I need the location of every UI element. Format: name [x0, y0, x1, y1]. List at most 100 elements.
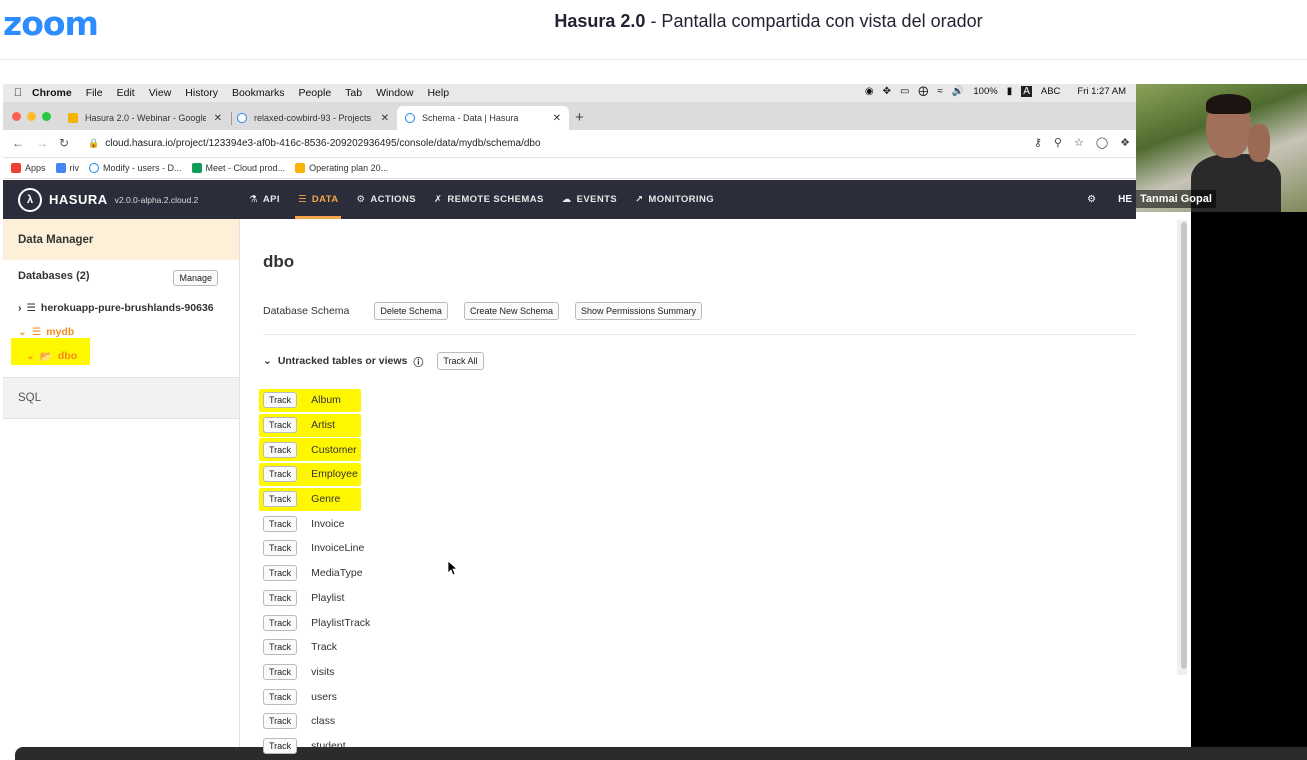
track-button[interactable]: Track — [263, 392, 298, 409]
bookmark-modify-users[interactable]: Modify - users - D... — [89, 163, 182, 173]
nav-api[interactable]: ⚗ API — [240, 180, 289, 219]
nav-data[interactable]: ☰ DATA — [289, 180, 348, 219]
track-button[interactable]: Track — [263, 565, 298, 582]
bookmark-apps[interactable]: Apps — [11, 163, 46, 173]
track-all-button[interactable]: Track All — [437, 352, 484, 370]
settings-icon[interactable]: ⚙ — [1087, 194, 1096, 205]
clock[interactable]: Fri 1:27 AM — [1077, 86, 1126, 97]
bookmark-operating-plan[interactable]: Operating plan 20... — [295, 163, 388, 173]
track-button[interactable]: Track — [263, 737, 298, 754]
sidebar-schema-dbo[interactable]: ⌄ 📂 dbo — [3, 344, 239, 368]
track-button[interactable]: Track — [263, 688, 298, 705]
lock-icon[interactable]: 🔒 — [88, 138, 99, 149]
shared-screen:  Chrome File Edit View History Bookmark… — [3, 84, 1136, 760]
nav-right: ⚙ HE — [1087, 180, 1136, 219]
airplay-icon[interactable]: ▭ — [900, 86, 909, 97]
tab-projects[interactable]: relaxed-cowbird-93 - Projects ✕ — [229, 106, 397, 130]
battery-icon[interactable]: ▮ — [1007, 86, 1013, 97]
track-button[interactable]: Track — [263, 663, 298, 680]
key-icon[interactable]: ⚷ — [1034, 136, 1042, 149]
show-permissions-button[interactable]: Show Permissions Summary — [574, 302, 703, 320]
menu-help[interactable]: Help — [420, 87, 456, 99]
menu-bookmarks[interactable]: Bookmarks — [225, 87, 292, 99]
forward-icon[interactable]: → — [36, 136, 48, 150]
menu-history[interactable]: History — [178, 87, 225, 99]
close-window-icon[interactable] — [12, 112, 21, 121]
menu-edit[interactable]: Edit — [110, 87, 142, 99]
track-button[interactable]: Track — [263, 540, 298, 557]
track-button[interactable]: Track — [263, 417, 298, 434]
sidebar-sql[interactable]: SQL — [3, 377, 239, 419]
volume-icon[interactable]: 🔊 — [952, 86, 964, 97]
tab-webinar[interactable]: Hasura 2.0 - Webinar - Google ✕ — [60, 106, 230, 130]
track-button[interactable]: Track — [263, 639, 298, 656]
zoom-controls-bar[interactable] — [15, 747, 1307, 760]
keyboard-input-icon[interactable]: A — [1021, 86, 1032, 97]
mouse-cursor-icon — [447, 560, 457, 576]
bookmark-meet[interactable]: Meet - Cloud prod... — [191, 163, 285, 173]
database-icon: ☰ — [26, 302, 36, 314]
reload-icon[interactable]: ↻ — [59, 136, 69, 150]
extension-icon[interactable]: ◯ — [1096, 136, 1108, 149]
track-button[interactable]: Track — [263, 589, 298, 606]
delete-schema-button[interactable]: Delete Schema — [374, 302, 448, 320]
maximize-window-icon[interactable] — [42, 112, 51, 121]
page-title: dbo — [263, 252, 295, 271]
nav-remote-schemas[interactable]: ✗ REMOTE SCHEMAS — [425, 180, 553, 219]
table-name: Invoice — [311, 517, 345, 530]
create-schema-button[interactable]: Create New Schema — [463, 302, 559, 320]
input-source[interactable]: ABC — [1041, 86, 1061, 97]
url-field[interactable]: 🔒 cloud.hasura.io/project/123394e3-af0b-… — [88, 138, 541, 149]
bluetooth-icon[interactable]: ⨁ — [918, 86, 928, 97]
help-menu[interactable]: HE — [1118, 194, 1132, 205]
track-button[interactable]: Track — [263, 713, 298, 730]
chevron-down-icon: ⌄ — [18, 326, 27, 338]
menu-view[interactable]: View — [142, 87, 179, 99]
zoom-icon[interactable]: ⚲ — [1054, 136, 1062, 149]
data-sidebar: Data Manager Databases (2) Manage › ☰ he… — [3, 219, 240, 760]
apple-icon[interactable]:  — [3, 87, 25, 99]
scrollbar-thumb[interactable] — [1181, 222, 1187, 669]
wifi-icon[interactable]: ≈ — [937, 86, 943, 97]
manage-button[interactable]: Manage — [173, 270, 218, 286]
participant-name: Tanmai Gopal — [1136, 190, 1216, 208]
untracked-heading[interactable]: ⌄ Untracked tables or views ⓘ Track All — [263, 352, 484, 370]
info-icon[interactable]: ⓘ — [413, 354, 423, 369]
hasura-favicon-icon — [89, 163, 100, 173]
video-panel-background — [1191, 212, 1307, 760]
close-tab-icon[interactable]: ✕ — [214, 113, 222, 124]
track-button[interactable]: Track — [263, 441, 298, 458]
sidebar-db-herokuapp[interactable]: › ☰ herokuapp-pure-brushlands-90636 — [3, 296, 239, 320]
record-icon[interactable]: ◉ — [865, 86, 874, 97]
menu-file[interactable]: File — [79, 87, 110, 99]
track-button[interactable]: Track — [263, 466, 298, 483]
tab-schema[interactable]: Schema - Data | Hasura ✕ — [397, 106, 569, 130]
menu-tab[interactable]: Tab — [338, 87, 369, 99]
move-icon[interactable]: ✥ — [883, 86, 891, 97]
hasura-favicon-icon — [237, 113, 247, 123]
nav-actions[interactable]: ⚙ ACTIONS — [347, 180, 424, 219]
puzzle-icon[interactable]: ❖ — [1120, 136, 1130, 149]
menu-people[interactable]: People — [291, 87, 338, 99]
menu-window[interactable]: Window — [369, 87, 420, 99]
close-tab-icon[interactable]: ✕ — [553, 113, 561, 124]
bookmark-riv[interactable]: riv — [55, 163, 79, 173]
meet-icon — [191, 163, 202, 173]
hasura-navbar: λ HASURA v2.0.0-alpha.2.cloud.2 ⚗ API ☰ DA… — [3, 180, 1136, 219]
menu-chrome[interactable]: Chrome — [25, 87, 79, 99]
mac-menubar:  Chrome File Edit View History Bookmark… — [3, 84, 1136, 102]
nav-events[interactable]: ☁ EVENTS — [553, 180, 626, 219]
track-button[interactable]: Track — [263, 515, 298, 532]
track-button[interactable]: Track — [263, 491, 298, 508]
nav-monitoring[interactable]: ↗ MONITORING — [626, 180, 723, 219]
back-icon[interactable]: ← — [12, 136, 24, 150]
minimize-window-icon[interactable] — [27, 112, 36, 121]
track-button[interactable]: Track — [263, 614, 298, 631]
data-manager-header[interactable]: Data Manager — [3, 219, 239, 260]
star-icon[interactable]: ☆ — [1074, 136, 1084, 149]
close-tab-icon[interactable]: ✕ — [381, 113, 389, 124]
battery-percent[interactable]: 100% — [973, 86, 997, 97]
hasura-brand[interactable]: λ HASURA v2.0.0-alpha.2.cloud.2 — [3, 187, 240, 212]
new-tab-icon[interactable]: + — [575, 109, 584, 126]
table-name: student — [311, 739, 346, 752]
